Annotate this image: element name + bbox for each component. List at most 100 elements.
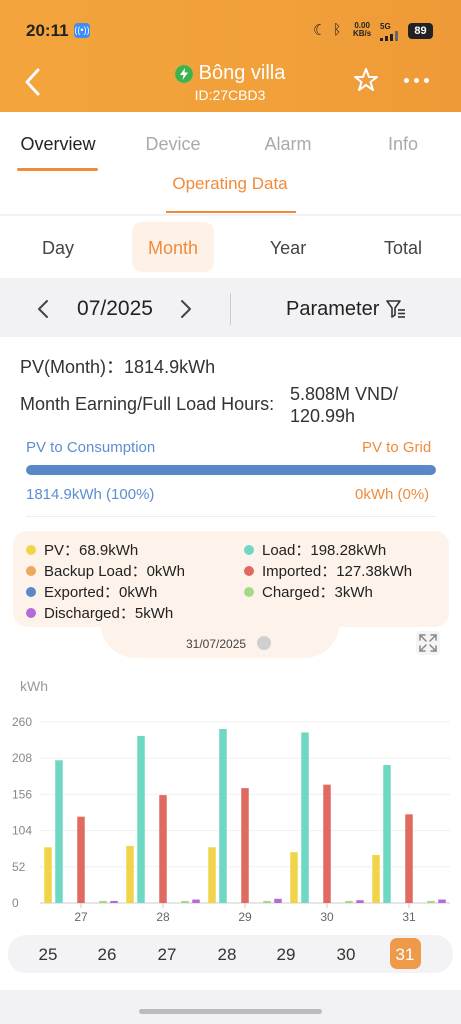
star-icon[interactable] [352, 66, 380, 94]
period-total[interactable]: Total [363, 238, 443, 259]
bar-charged [345, 900, 353, 903]
y-tick-label: 104 [12, 824, 32, 838]
tab-alarm[interactable]: Alarm [233, 134, 343, 155]
more-icon[interactable] [404, 78, 429, 83]
chevron-left-icon[interactable] [35, 298, 51, 320]
legend-dot [244, 586, 254, 597]
day-option-30[interactable]: 30 [331, 945, 361, 965]
tooltip-item-label: Charged：3kWh [262, 584, 373, 601]
period-month[interactable]: Month [133, 238, 213, 259]
hotspot-icon: ((•)) [74, 23, 90, 38]
status-bar: 20:11 ((•)) ☾ ᛒ 0.00 KB/s 5G 89 [0, 0, 461, 62]
earning-label: Month Earning/Full Load Hours: [20, 394, 275, 414]
bar-pv [290, 852, 298, 903]
legend-dot [26, 607, 36, 618]
flow-right-label: PV to Grid [362, 439, 432, 456]
x-tick-label: 31 [402, 910, 416, 924]
tooltip-item-charged: Charged：3kWh [244, 581, 373, 602]
day-option-26[interactable]: 26 [92, 945, 122, 965]
selected-month[interactable]: 07/2025 [65, 297, 165, 321]
tooltip-item-label: Backup Load：0kWh [44, 563, 185, 580]
tooltip-date: 31/07/2025 [186, 637, 247, 651]
bar-load [301, 732, 309, 903]
bar-imported [77, 816, 85, 903]
legend-dot [26, 586, 36, 597]
section-title-underline [166, 211, 296, 213]
weather-icon [257, 636, 271, 650]
day-option-27[interactable]: 27 [152, 945, 182, 965]
y-tick-label: 52 [12, 860, 26, 874]
flow-progress-fill [26, 465, 436, 475]
network-type: 5G [380, 22, 391, 31]
y-tick-label: 156 [12, 787, 32, 801]
period-day[interactable]: Day [18, 238, 98, 259]
filter-icon[interactable] [386, 299, 406, 319]
bar-imported [241, 788, 249, 903]
bar-imported [323, 784, 331, 903]
tooltip-item-label: PV：68.9kWh [44, 542, 139, 559]
period-year[interactable]: Year [248, 238, 328, 259]
day-option-25[interactable]: 25 [33, 945, 63, 965]
tab-bar: Overview Device Alarm Info [0, 112, 461, 172]
tab-overview[interactable]: Overview [3, 134, 113, 155]
chevron-right-icon[interactable] [178, 298, 194, 320]
page-title-block: Bông villa ID:27CBD3 [130, 62, 330, 103]
tooltip-item-label: Load：198.28kWh [262, 542, 387, 559]
bar-discharged [192, 899, 200, 903]
parameter-button[interactable]: Parameter [286, 298, 379, 321]
bar-load [383, 764, 391, 903]
y-tick-label: 0 [12, 896, 19, 910]
status-time: 20:11 [26, 21, 69, 40]
bar-discharged [110, 900, 118, 903]
section-title: Operating Data [172, 174, 288, 193]
flow-right-value: 0kWh (0%) [355, 486, 430, 503]
flow-left-label: PV to Consumption [26, 439, 156, 456]
tooltip-item-backup-load: Backup Load：0kWh [26, 560, 185, 581]
battery-icon: 89 [408, 23, 433, 39]
bar-charged [99, 900, 107, 903]
bar-discharged [356, 900, 364, 903]
x-tick-label: 29 [238, 910, 252, 924]
bar-discharged [438, 899, 446, 903]
network-speed-unit: KB/s [353, 29, 372, 38]
bar-charged [263, 900, 271, 903]
tooltip-item-discharged: Discharged：5kWh [26, 602, 173, 623]
bar-pv [208, 847, 216, 903]
bar-load [55, 760, 63, 903]
signal-icon [380, 31, 402, 41]
tooltip-item-pv: PV：68.9kWh [26, 539, 138, 560]
tooltip-item-label: Imported：127.38kWh [262, 563, 413, 580]
flow-left-value: 1814.9kWh (100%) [26, 486, 155, 503]
bar-imported [405, 814, 413, 903]
x-tick-label: 28 [156, 910, 170, 924]
expand-icon[interactable] [416, 631, 440, 655]
day-option-29[interactable]: 29 [271, 945, 301, 965]
plant-id: ID:27CBD3 [194, 87, 266, 103]
x-tick-label: 30 [320, 910, 334, 924]
tooltip-item-label: Discharged：5kWh [44, 605, 174, 622]
bar-discharged [274, 898, 282, 903]
bar-imported [159, 795, 167, 903]
x-tick-label: 27 [74, 910, 88, 924]
bar-charged [181, 900, 189, 903]
back-icon[interactable] [20, 66, 46, 98]
day-option-28[interactable]: 28 [212, 945, 242, 965]
flow-progress-bar [26, 465, 436, 475]
network-speed: 0.00 KB/s [353, 22, 371, 38]
y-tick-label: 208 [12, 751, 32, 765]
tab-device[interactable]: Device [118, 134, 228, 155]
bar-pv [126, 845, 134, 903]
bar-pv [44, 847, 52, 903]
tab-active-indicator [17, 168, 98, 171]
bar-load [137, 735, 145, 903]
tooltip-item-label: Exported：0kWh [44, 584, 158, 601]
tab-info[interactable]: Info [348, 134, 458, 155]
divider [26, 516, 436, 517]
plant-status-icon [174, 64, 193, 83]
bar-load [219, 728, 227, 903]
day-option-31[interactable]: 31 [390, 945, 420, 965]
tooltip-item-load: Load：198.28kWh [244, 539, 386, 560]
divider [230, 293, 231, 325]
home-indicator [139, 1009, 322, 1014]
legend-dot [244, 544, 254, 555]
